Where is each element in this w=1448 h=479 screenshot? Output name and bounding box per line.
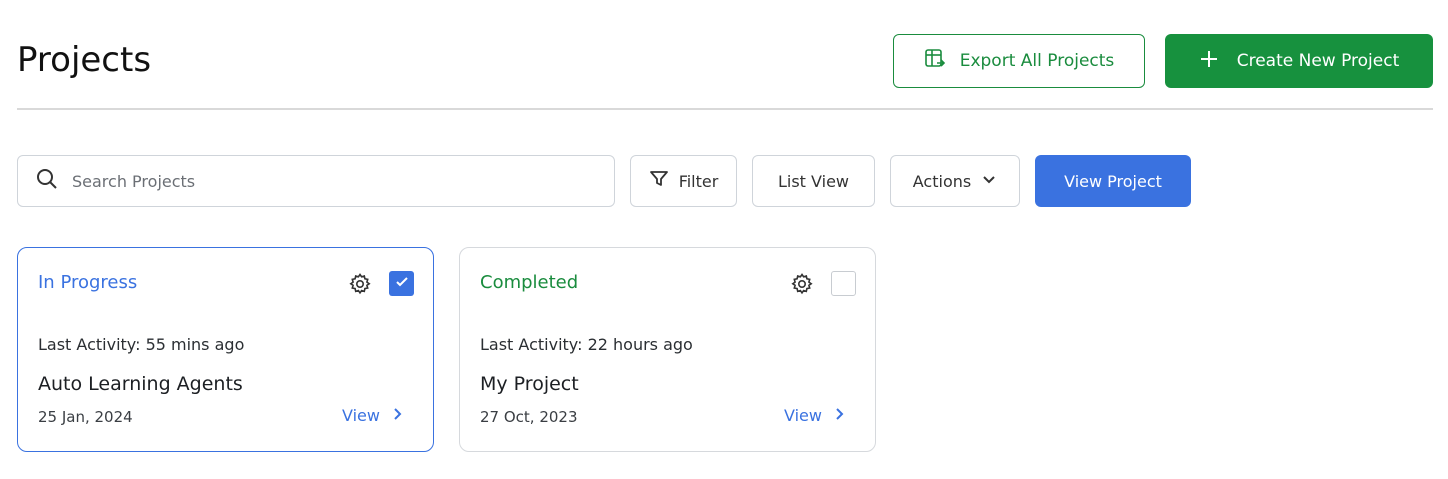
project-card[interactable]: In Progress Last Activity: 55 mins ago A… [17,247,434,452]
search-input[interactable] [72,171,572,191]
export-all-projects-label: Export All Projects [959,51,1115,71]
view-label: View [784,406,822,425]
project-name: Auto Learning Agents [38,373,243,395]
filter-icon [649,169,669,193]
chevron-down-icon [981,171,997,191]
page-title: Projects [17,40,152,80]
filter-button[interactable]: Filter [630,155,737,207]
list-view-button[interactable]: List View [752,155,875,207]
gear-icon[interactable] [790,272,814,296]
search-bar[interactable] [17,155,615,207]
view-link[interactable]: View [784,406,846,425]
actions-dropdown[interactable]: Actions [890,155,1020,207]
project-date: 25 Jan, 2024 [38,408,133,426]
status-badge: In Progress [38,272,138,293]
project-card[interactable]: Completed Last Activity: 22 hours ago My… [459,247,876,452]
project-date: 27 Oct, 2023 [480,408,578,426]
chevron-right-icon [834,406,846,425]
export-icon [924,48,946,75]
view-link[interactable]: View [342,406,404,425]
last-activity: Last Activity: 22 hours ago [480,335,693,354]
list-view-label: List View [777,171,850,191]
export-all-projects-button[interactable]: Export All Projects [893,34,1145,88]
project-checkbox[interactable] [389,271,414,296]
filter-label: Filter [678,171,719,191]
plus-icon [1199,49,1219,74]
project-name: My Project [480,373,579,395]
project-checkbox[interactable] [831,271,856,296]
create-new-project-label: Create New Project [1236,51,1400,71]
chevron-right-icon [392,406,404,425]
view-label: View [342,406,380,425]
status-badge: Completed [480,272,579,293]
view-project-label: View Project [1064,171,1162,191]
actions-label: Actions [912,171,972,191]
search-icon [36,168,58,194]
check-icon [394,274,410,294]
gear-icon[interactable] [348,272,372,296]
last-activity: Last Activity: 55 mins ago [38,335,245,354]
view-project-button[interactable]: View Project [1035,155,1191,207]
header-divider [17,108,1433,110]
create-new-project-button[interactable]: Create New Project [1165,34,1433,88]
